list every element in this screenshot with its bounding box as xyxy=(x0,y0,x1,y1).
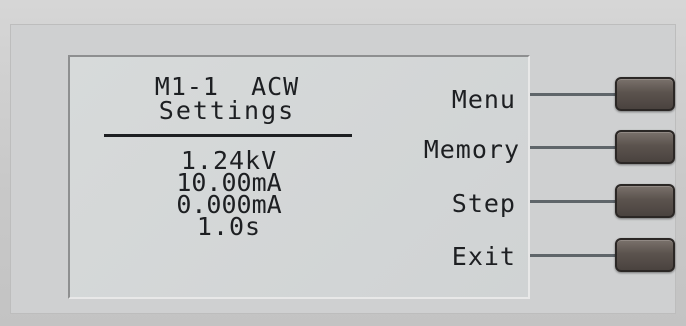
memory-button[interactable] xyxy=(615,130,675,164)
lcd-display: M1-1 ACW Settings 1.24kV 10.00mA 0.000mA… xyxy=(68,55,530,299)
instrument-front-panel: M1-1 ACW Settings 1.24kV 10.00mA 0.000mA… xyxy=(0,0,686,326)
exit-button[interactable] xyxy=(615,238,675,272)
softkey-connector-menu xyxy=(530,93,618,96)
softkey-label-memory[interactable]: Memory xyxy=(400,136,520,164)
title-divider xyxy=(104,134,352,137)
softkey-label-exit[interactable]: Exit xyxy=(396,243,516,271)
softkey-connector-memory xyxy=(530,146,618,149)
softkey-label-menu[interactable]: Menu xyxy=(396,86,516,114)
softkey-connector-step xyxy=(530,200,618,203)
time-value: 1.0s xyxy=(196,212,262,241)
softkey-label-step[interactable]: Step xyxy=(396,190,516,218)
menu-button[interactable] xyxy=(615,77,675,111)
softkey-connector-exit xyxy=(530,254,618,257)
page-title: Settings xyxy=(158,96,296,125)
step-button[interactable] xyxy=(615,184,675,218)
